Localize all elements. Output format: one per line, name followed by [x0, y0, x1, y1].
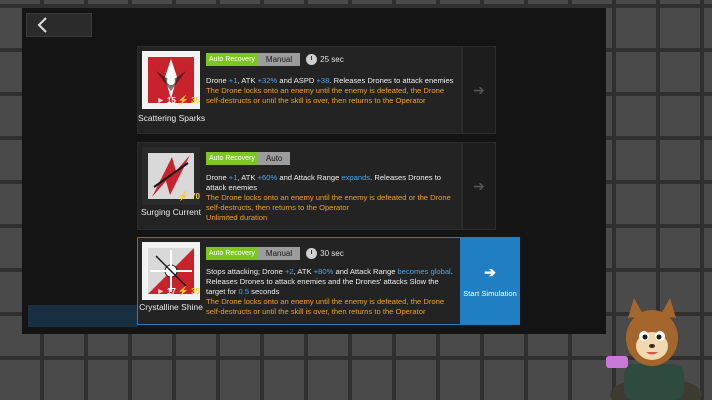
skill-card-1[interactable]: ▶ 15 ⚡ 35 Scattering Sparks Auto Recover… — [137, 46, 462, 134]
desc-text: , ATK — [237, 173, 258, 182]
skill-name: Crystalline Shine — [139, 302, 203, 312]
skill-card-2[interactable]: ⚡ 70 Surging Current Auto Recovery Auto … — [137, 142, 462, 230]
desc-text: Drone — [206, 173, 229, 182]
desc-text: , ATK — [293, 267, 314, 276]
desc-text: , ATK — [237, 76, 258, 85]
start-simulation-button[interactable]: ➔ Start Simulation — [460, 237, 520, 325]
desc-text: and ASPD — [277, 76, 317, 85]
sp-indicator: ⚡ 70 — [148, 191, 200, 202]
duration-value: 25 sec — [320, 55, 344, 64]
desc-highlight: +38 — [316, 76, 330, 85]
recovery-tag: Auto Recovery — [206, 152, 258, 165]
mascot-avatar — [606, 298, 702, 400]
skill-description: Stops attacking; Drone +2, ATK +80% and … — [206, 267, 454, 317]
desc-highlight: +80% — [313, 267, 334, 276]
duration-value: 30 sec — [320, 249, 344, 258]
desc-note: The Drone locks onto an enemy until the … — [206, 297, 445, 316]
skill-tags: Auto Recovery Auto — [206, 152, 291, 165]
sp-cost: 35 — [191, 287, 200, 296]
desc-highlight: +2 — [284, 267, 294, 276]
skill-description: Drone +1, ATK +60% and Attack Range expa… — [206, 173, 456, 223]
bolt-icon: ⚡ — [177, 95, 190, 105]
back-button[interactable] — [26, 13, 92, 37]
desc-text: seconds — [249, 287, 280, 296]
skill-name: Scattering Sparks — [138, 113, 206, 123]
play-icon: ▶ — [158, 289, 163, 295]
skill-tags: Auto Recovery Manual 30 sec — [206, 247, 344, 260]
play-icon: ▶ — [158, 98, 163, 104]
desc-text: and Attack Range — [277, 173, 342, 182]
sp-initial: 17 — [166, 287, 176, 296]
activation-tag: Manual — [257, 53, 301, 66]
arrow-right-icon: ➔ — [473, 177, 485, 194]
skill-name: Surging Current — [140, 207, 201, 217]
sp-indicator: ▶ 17 ⚡ 35 — [148, 286, 200, 297]
chevron-left-icon — [37, 17, 47, 33]
skill-2-select-arrow[interactable]: ➔ — [462, 142, 496, 230]
skill-tags: Auto Recovery Manual 25 sec — [206, 53, 344, 66]
desc-text: Stops attacking; Drone — [206, 267, 285, 276]
duration-tag: 25 sec — [306, 54, 344, 65]
recovery-tag: Auto Recovery — [206, 247, 258, 260]
desc-text: Drone — [206, 76, 229, 85]
start-simulation-label: Start Simulation — [463, 289, 517, 298]
sp-cost: 35 — [191, 96, 200, 105]
desc-highlight: +60% — [257, 173, 278, 182]
desc-note: The Drone locks onto an enemy until the … — [206, 193, 451, 212]
desc-text: . Releases Drones to attack enemies — [329, 76, 454, 85]
clock-icon — [306, 54, 318, 65]
desc-highlight: 0.5 — [238, 287, 250, 296]
background-band — [28, 305, 138, 327]
sp-indicator: ▶ 15 ⚡ 35 — [148, 95, 200, 106]
duration-tag: 30 sec — [306, 248, 344, 259]
desc-highlight: +32% — [257, 76, 278, 85]
sp-cost: 70 — [191, 192, 200, 201]
skill-card-3[interactable]: ▶ 17 ⚡ 35 Crystalline Shine Auto Recover… — [137, 237, 462, 325]
skill-1-select-arrow[interactable]: ➔ — [462, 46, 496, 134]
arrow-right-icon: ➔ — [484, 264, 496, 280]
activation-tag: Auto — [257, 152, 291, 165]
desc-highlight: becomes global — [397, 267, 451, 276]
desc-extra: Unlimited duration — [206, 213, 268, 222]
desc-note: The Drone locks onto an enemy until the … — [206, 86, 445, 105]
bolt-icon: ⚡ — [177, 191, 190, 201]
recovery-tag: Auto Recovery — [206, 53, 258, 66]
clock-icon — [306, 248, 318, 259]
desc-text: and Attack Range — [333, 267, 398, 276]
bolt-icon: ⚡ — [177, 286, 190, 296]
skill-description: Drone +1, ATK +32% and ASPD +38. Release… — [206, 76, 456, 106]
sp-initial: 15 — [166, 96, 176, 105]
arrow-right-icon: ➔ — [473, 81, 485, 98]
activation-tag: Manual — [257, 247, 301, 260]
desc-highlight: expands — [341, 173, 371, 182]
